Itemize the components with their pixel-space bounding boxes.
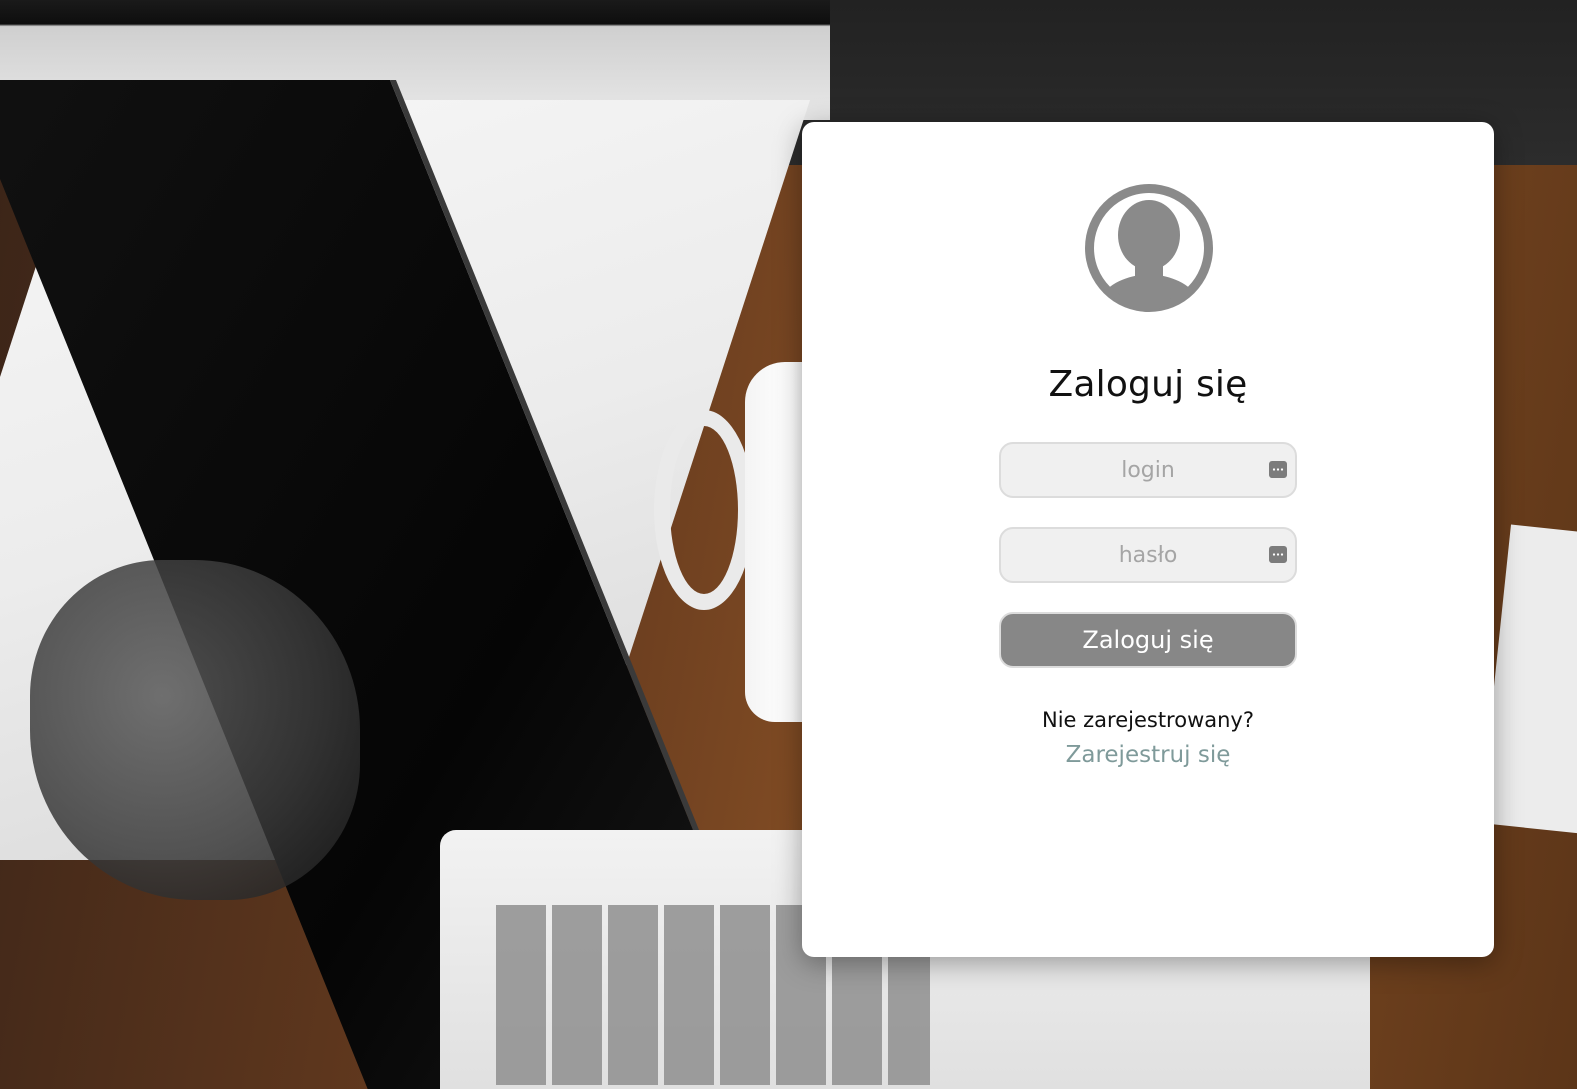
login-button[interactable]: Zaloguj się [999,612,1297,668]
keyboard-icon[interactable] [1269,461,1287,478]
password-input[interactable] [1001,529,1295,581]
page-title: Zaloguj się [1048,364,1248,405]
user-avatar-icon [1085,184,1213,312]
background-mug-reflection [30,560,360,900]
login-card: Zaloguj się Zaloguj się Nie zarejestrowa… [802,122,1494,957]
login-field[interactable] [999,442,1297,498]
password-field[interactable] [999,527,1297,583]
not-registered-text: Nie zarejestrowany? [1042,708,1254,732]
keyboard-icon[interactable] [1269,546,1287,563]
background-mug-handle [654,410,754,610]
register-link[interactable]: Zarejestruj się [802,742,1494,768]
login-input[interactable] [1001,444,1295,496]
